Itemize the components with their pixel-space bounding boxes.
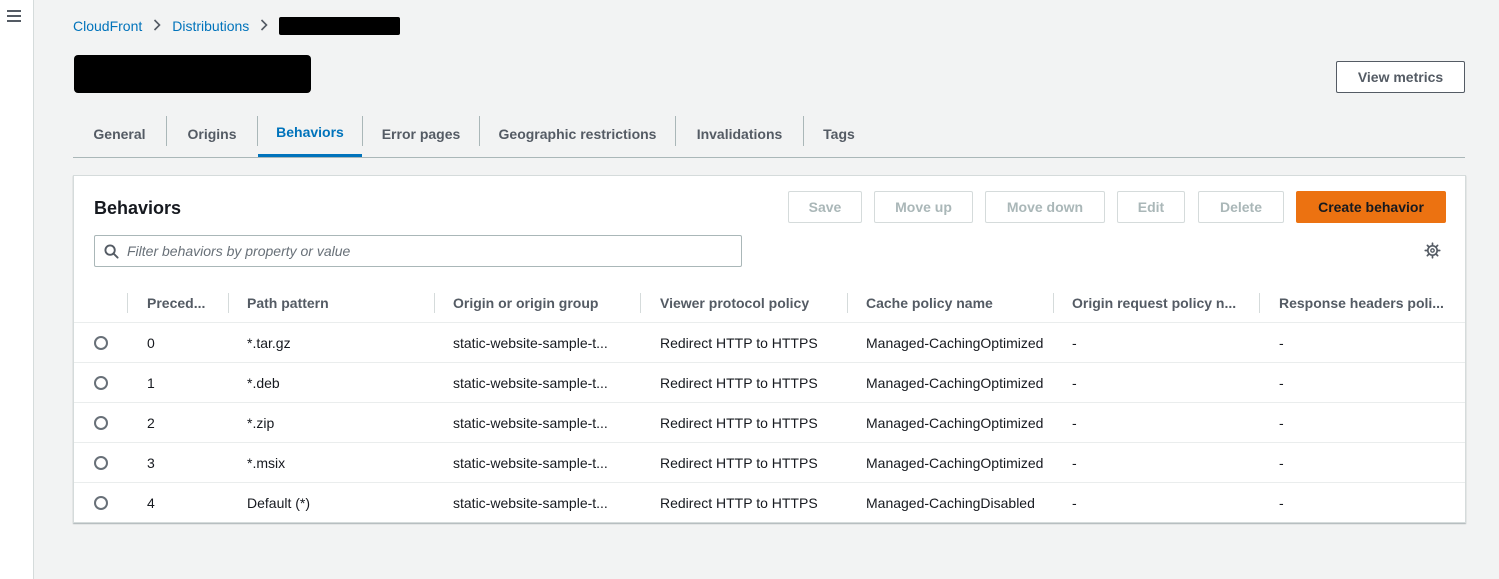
column-header-precedence[interactable]: Preced...: [147, 283, 227, 322]
column-header-origin-request-policy[interactable]: Origin request policy n...: [1072, 283, 1252, 322]
chevron-right-icon: [153, 18, 161, 34]
cell-precedence: 4: [147, 495, 155, 511]
tab-origins[interactable]: Origins: [166, 110, 258, 157]
table-header: Preced... Path pattern Origin or origin …: [74, 283, 1465, 323]
cell-origin: static-website-sample-t...: [453, 495, 608, 511]
cell-cache-policy: Managed-CachingOptimized: [866, 375, 1044, 391]
panel-title: Behaviors: [94, 198, 182, 218]
cell-origin: static-website-sample-t...: [453, 415, 608, 431]
cell-cache-policy: Managed-CachingOptimized: [866, 335, 1044, 351]
breadcrumb: CloudFront Distributions: [73, 17, 401, 35]
behaviors-panel: Behaviors Save Move up Move down Edit De…: [73, 175, 1466, 523]
cell-cache-policy: Managed-CachingOptimized: [866, 415, 1044, 431]
redacted-page-title: [74, 55, 311, 93]
cell-origin-request-policy: -: [1072, 455, 1077, 471]
table-row[interactable]: 3 *.msix static-website-sample-t... Redi…: [74, 443, 1465, 483]
cell-response-headers-policy: -: [1279, 335, 1284, 351]
tab-error-pages[interactable]: Error pages: [363, 110, 479, 157]
cell-viewer-protocol: Redirect HTTP to HTTPS: [660, 415, 818, 431]
cell-cache-policy: Managed-CachingOptimized: [866, 455, 1044, 471]
cell-path-pattern: *.msix: [247, 455, 286, 471]
row-select-radio[interactable]: [94, 496, 108, 510]
redacted-distribution-id: [279, 17, 401, 35]
cell-path-pattern: *.tar.gz: [247, 335, 291, 351]
table-row[interactable]: 1 *.deb static-website-sample-t... Redir…: [74, 363, 1465, 403]
cell-response-headers-policy: -: [1279, 415, 1284, 431]
table-row[interactable]: 4 Default (*) static-website-sample-t...…: [74, 483, 1465, 523]
gear-icon[interactable]: [1424, 242, 1441, 259]
tab-bar: General Origins Behaviors Error pages Ge…: [73, 110, 1465, 158]
cell-origin-request-policy: -: [1072, 495, 1077, 511]
delete-button[interactable]: Delete: [1198, 191, 1284, 223]
tab-geographic-restrictions[interactable]: Geographic restrictions: [480, 110, 675, 157]
row-select-radio[interactable]: [94, 376, 108, 390]
tab-general[interactable]: General: [73, 110, 166, 157]
cell-response-headers-policy: -: [1279, 375, 1284, 391]
cell-viewer-protocol: Redirect HTTP to HTTPS: [660, 375, 818, 391]
breadcrumb-distributions[interactable]: Distributions: [172, 18, 249, 34]
cell-precedence: 2: [147, 415, 155, 431]
row-select-radio[interactable]: [94, 416, 108, 430]
left-nav-rail: [0, 0, 34, 579]
hamburger-menu-icon[interactable]: [7, 10, 21, 22]
row-select-radio[interactable]: [94, 336, 108, 350]
cell-origin: static-website-sample-t...: [453, 455, 608, 471]
view-metrics-button[interactable]: View metrics: [1336, 61, 1465, 93]
chevron-right-icon: [260, 18, 268, 34]
move-up-button[interactable]: Move up: [874, 191, 973, 223]
tab-invalidations[interactable]: Invalidations: [676, 110, 803, 157]
cell-origin-request-policy: -: [1072, 415, 1077, 431]
cell-precedence: 0: [147, 335, 155, 351]
cell-viewer-protocol: Redirect HTTP to HTTPS: [660, 495, 818, 511]
breadcrumb-cloudfront[interactable]: CloudFront: [73, 18, 142, 34]
tab-tags[interactable]: Tags: [804, 110, 874, 157]
column-header-viewer-protocol-policy[interactable]: Viewer protocol policy: [660, 283, 840, 322]
cell-origin: static-website-sample-t...: [453, 335, 608, 351]
cell-viewer-protocol: Redirect HTTP to HTTPS: [660, 455, 818, 471]
cell-precedence: 1: [147, 375, 155, 391]
cell-precedence: 3: [147, 455, 155, 471]
filter-input[interactable]: [127, 243, 707, 259]
cell-response-headers-policy: -: [1279, 455, 1284, 471]
search-icon: [104, 243, 119, 259]
column-header-origin[interactable]: Origin or origin group: [453, 283, 633, 322]
table-row[interactable]: 2 *.zip static-website-sample-t... Redir…: [74, 403, 1465, 443]
cell-path-pattern: *.deb: [247, 375, 280, 391]
cell-path-pattern: *.zip: [247, 415, 275, 431]
row-select-radio[interactable]: [94, 456, 108, 470]
cell-origin: static-website-sample-t...: [453, 375, 608, 391]
cell-origin-request-policy: -: [1072, 335, 1077, 351]
cell-response-headers-policy: -: [1279, 495, 1284, 511]
edit-button[interactable]: Edit: [1117, 191, 1185, 223]
cell-origin-request-policy: -: [1072, 375, 1077, 391]
tab-behaviors[interactable]: Behaviors: [258, 110, 362, 157]
cell-path-pattern: Default (*): [247, 495, 311, 511]
cell-viewer-protocol: Redirect HTTP to HTTPS: [660, 335, 818, 351]
create-behavior-button[interactable]: Create behavior: [1296, 191, 1446, 223]
cell-cache-policy: Managed-CachingDisabled: [866, 495, 1035, 511]
filter-box: [94, 235, 742, 267]
column-header-path-pattern[interactable]: Path pattern: [247, 283, 427, 322]
save-button[interactable]: Save: [788, 191, 862, 223]
column-header-cache-policy-name[interactable]: Cache policy name: [866, 283, 1051, 322]
table-row[interactable]: 0 *.tar.gz static-website-sample-t... Re…: [74, 323, 1465, 363]
move-down-button[interactable]: Move down: [985, 191, 1105, 223]
column-header-response-headers-policy[interactable]: Response headers poli...: [1279, 283, 1449, 322]
